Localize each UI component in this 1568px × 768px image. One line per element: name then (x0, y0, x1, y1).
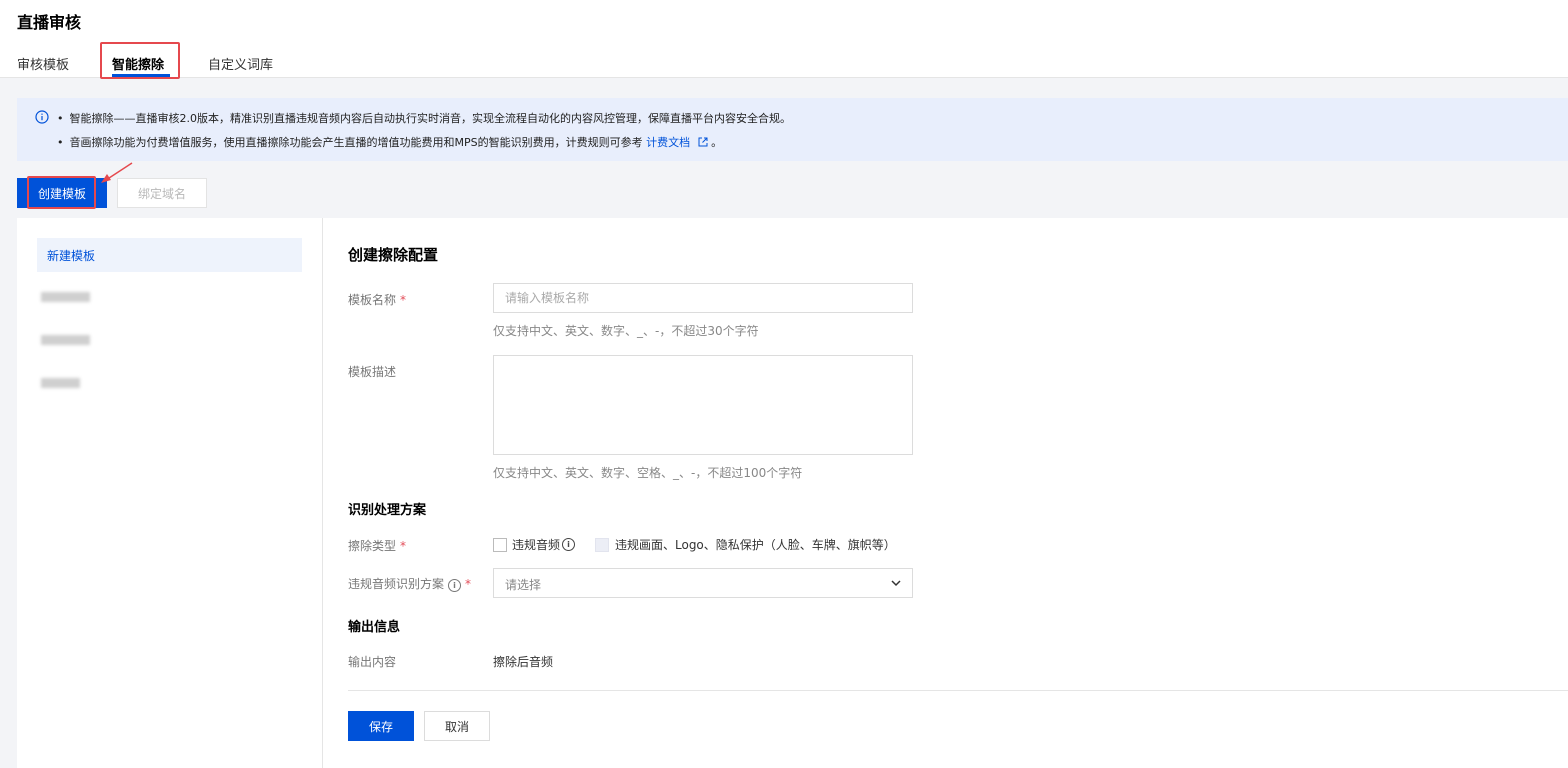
page-title: 直播审核 (17, 13, 82, 32)
form-divider (348, 690, 1568, 691)
output-content-value: 擦除后音频 (493, 655, 554, 669)
notice-text-2: 音画擦除功能为付费增值服务，使用直播擦除功能会产生直播的增值功能费用和MPS的智… (69, 136, 643, 149)
billing-doc-link-text: 计费文档 (646, 136, 691, 149)
template-desc-label: 模板描述 (348, 365, 397, 379)
video-checkbox[interactable] (595, 537, 609, 552)
required-mark: * (465, 577, 472, 591)
create-template-button[interactable]: 创建模板 (17, 178, 107, 208)
sidebar-item-redacted[interactable] (41, 335, 90, 345)
template-desc-help: 仅支持中文、英文、数字、空格、_、-，不超过100个字符 (493, 466, 803, 480)
audio-erase-option[interactable]: 违规音频 i (493, 536, 576, 553)
sidebar-item-redacted[interactable] (41, 292, 90, 302)
audio-checkbox[interactable] (493, 537, 507, 552)
form-title: 创建擦除配置 (348, 246, 439, 264)
video-erase-option[interactable]: 违规画面、Logo、隐私保护（人脸、车牌、旗帜等） (595, 536, 896, 553)
save-button[interactable]: 保存 (348, 711, 414, 741)
external-link-icon (698, 137, 708, 147)
notice-suffix: 。 (711, 136, 723, 149)
page-header: 直播审核 审核模板 智能擦除 自定义词库 (0, 0, 1568, 78)
cancel-button[interactable]: 取消 (424, 711, 490, 741)
template-name-label-text: 模板名称 (348, 293, 397, 307)
info-icon[interactable]: i (562, 538, 576, 551)
erase-config-form: 创建擦除配置 模板名称* 仅支持中文、英文、数字、_、-，不超过30个字符 模板… (323, 218, 1568, 768)
audio-scheme-label-text: 违规音频识别方案 (348, 577, 445, 591)
erase-type-label: 擦除类型 * (348, 537, 406, 554)
bind-domain-button[interactable]: 绑定域名 (117, 178, 207, 208)
info-icon (35, 110, 49, 124)
sidebar-item-redacted[interactable] (41, 378, 80, 388)
audio-scheme-select[interactable]: 请选择 (493, 568, 913, 598)
required-mark: * (400, 293, 407, 307)
tab-audit-template[interactable]: 审核模板 (17, 54, 69, 73)
template-name-help: 仅支持中文、英文、数字、_、-，不超过30个字符 (493, 324, 759, 338)
required-mark: * (400, 539, 407, 553)
template-name-label: 模板名称 * (348, 291, 406, 308)
tab-smart-erase[interactable]: 智能擦除 (112, 54, 164, 73)
sidebar-item-label: 新建模板 (47, 249, 96, 263)
audio-scheme-placeholder: 请选择 (505, 578, 542, 592)
notice-line-2: • 音画擦除功能为付费增值服务，使用直播擦除功能会产生直播的增值功能费用和MPS的… (57, 136, 723, 149)
info-notice: • 智能擦除——直播审核2.0版本，精准识别直播违规音频内容后自动执行实时消音，实… (17, 98, 1568, 161)
active-tab-indicator (112, 74, 170, 77)
notice-text-1: 智能擦除——直播审核2.0版本，精准识别直播违规音频内容后自动执行实时消音，实现… (69, 112, 792, 125)
section-recognition-title: 识别处理方案 (348, 503, 427, 518)
template-name-input[interactable] (493, 283, 913, 313)
tab-custom-lexicon[interactable]: 自定义词库 (208, 54, 273, 73)
audio-option-label: 违规音频 (512, 538, 561, 552)
notice-line-1: • 智能擦除——直播审核2.0版本，精准识别直播违规音频内容后自动执行实时消音，实… (57, 112, 792, 125)
video-option-label: 违规画面、Logo、隐私保护（人脸、车牌、旗帜等） (615, 538, 896, 552)
erase-type-label-text: 擦除类型 (348, 539, 397, 553)
chevron-down-icon (891, 580, 901, 587)
template-desc-textarea[interactable] (493, 355, 913, 455)
sidebar-item-new-template[interactable]: 新建模板 (37, 238, 302, 272)
output-content-label: 输出内容 (348, 655, 397, 669)
info-icon[interactable]: i (448, 579, 462, 592)
billing-doc-link[interactable]: 计费文档 (646, 136, 711, 149)
template-sidebar: 新建模板 (17, 218, 323, 768)
audio-scheme-label: 违规音频识别方案 i * (348, 575, 471, 592)
section-output-title: 输出信息 (348, 620, 401, 635)
